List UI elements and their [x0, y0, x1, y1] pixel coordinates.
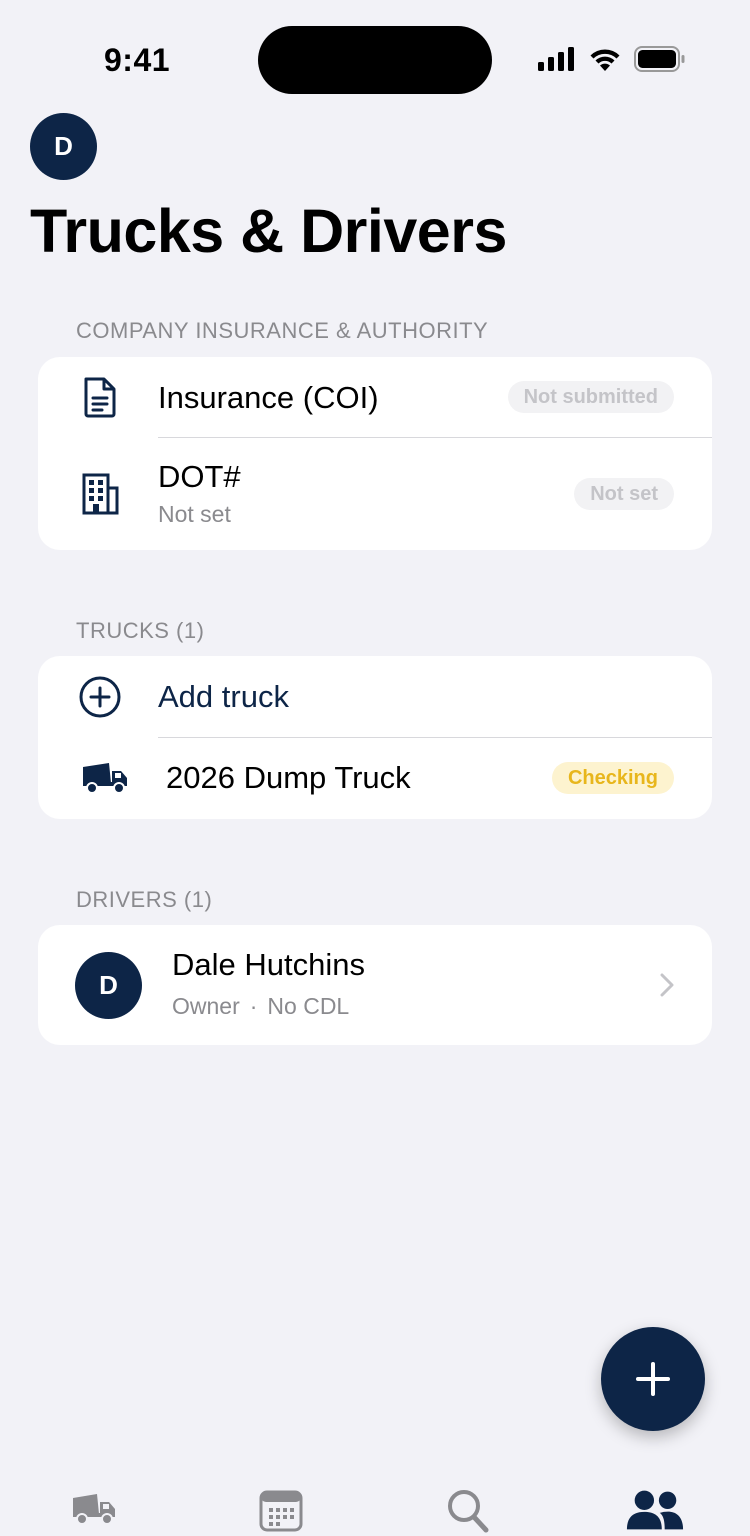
- truck-status-badge: Checking: [551, 762, 674, 794]
- insurance-title: Insurance (COI): [158, 380, 379, 415]
- chevron-right-icon: [660, 973, 674, 1002]
- driver-license: No CDL: [267, 993, 350, 1019]
- section-header-drivers: DRIVERS (1): [76, 887, 213, 912]
- people-tab-icon: [626, 1490, 684, 1530]
- drivers-card: D Dale Hutchins Owner · No CDL: [38, 925, 712, 1045]
- driver-name: Dale Hutchins: [172, 947, 365, 982]
- truck-row[interactable]: 2026 Dump Truck Checking: [38, 738, 712, 819]
- battery-icon: [634, 46, 685, 72]
- section-header-trucks: TRUCKS (1): [76, 618, 205, 643]
- status-time: 9:41: [104, 42, 171, 78]
- dot-row[interactable]: DOT# Not set Not set: [38, 438, 712, 550]
- add-fab-button[interactable]: [601, 1327, 705, 1431]
- add-circle-icon: [78, 675, 122, 719]
- truck-tab-icon: [73, 1494, 115, 1525]
- insurance-row[interactable]: Insurance (COI) Not submitted: [38, 357, 712, 438]
- dynamic-island: [258, 26, 492, 94]
- driver-avatar: D: [75, 952, 142, 1019]
- driver-details: Owner · No CDL: [172, 993, 349, 1020]
- section-header-company: COMPANY INSURANCE & AUTHORITY: [76, 318, 489, 343]
- driver-row[interactable]: D Dale Hutchins Owner · No CDL: [38, 925, 712, 1045]
- dot-status-badge: Not set: [574, 478, 674, 510]
- dot-title: DOT#: [158, 459, 241, 494]
- insurance-status-badge: Not submitted: [507, 381, 674, 413]
- page-title: Trucks & Drivers: [30, 197, 507, 265]
- cellular-signal-icon: [538, 47, 574, 71]
- document-icon: [78, 375, 122, 419]
- add-truck-button[interactable]: Add truck: [38, 656, 712, 737]
- trucks-card: Add truck 2026 Dump Truck Checking: [38, 656, 712, 819]
- tab-search[interactable]: [438, 1488, 498, 1536]
- calendar-tab-icon: [259, 1490, 303, 1532]
- status-bar: 9:41: [0, 0, 750, 110]
- tab-calendar[interactable]: [251, 1488, 311, 1536]
- detail-separator: ·: [249, 993, 258, 1019]
- tab-bar: [0, 1480, 750, 1536]
- driver-role: Owner: [172, 993, 240, 1019]
- search-tab-icon: [448, 1490, 489, 1533]
- building-icon: [78, 472, 122, 516]
- plus-icon: [636, 1362, 670, 1396]
- dot-subtitle: Not set: [158, 501, 231, 527]
- truck-title: 2026 Dump Truck: [166, 760, 411, 795]
- tab-trucks[interactable]: [64, 1488, 124, 1536]
- add-truck-label: Add truck: [158, 679, 289, 714]
- wifi-icon: [590, 49, 620, 71]
- profile-avatar[interactable]: D: [30, 113, 97, 180]
- company-card: Insurance (COI) Not submitted DOT# Not s…: [38, 357, 712, 550]
- status-icons: [538, 46, 686, 72]
- tab-people[interactable]: [625, 1488, 685, 1536]
- dump-truck-icon: [80, 756, 130, 800]
